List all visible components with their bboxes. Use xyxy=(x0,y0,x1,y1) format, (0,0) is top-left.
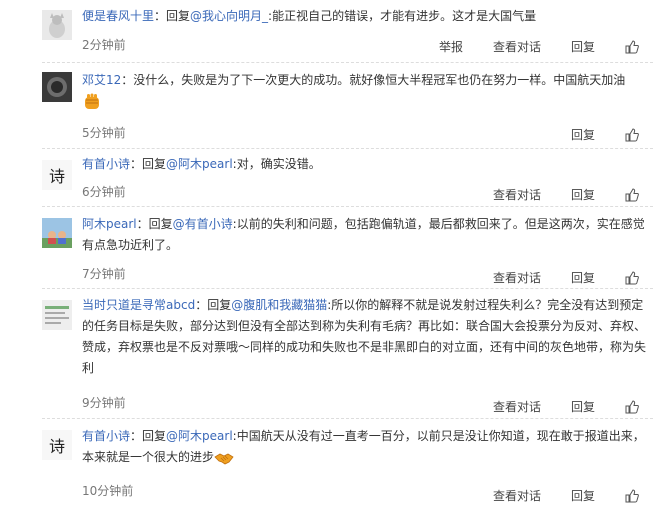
comment-actions: 查看对话 回复 xyxy=(493,186,639,203)
divider xyxy=(42,206,653,207)
comment-text: :能正视自己的错误，才能有进步。这才是大国气量 xyxy=(268,9,537,23)
view-conversation-button[interactable]: 查看对话 xyxy=(493,269,541,286)
reply-button[interactable]: 回复 xyxy=(571,398,595,415)
thumbs-up-icon[interactable] xyxy=(625,127,639,142)
comment-time: 2分钟前 xyxy=(82,38,126,52)
comment-body: 邓艾12：没什么，失败是为了下一次更大的成功。就好像恒大半程冠军也仍在努力一样。… xyxy=(82,70,652,112)
comment-body: 有首小诗：回复@阿木pearl:对，确实没错。 xyxy=(82,154,652,175)
report-button[interactable]: 举报 xyxy=(439,38,463,55)
mention-link[interactable]: @阿木pearl xyxy=(166,157,233,171)
svg-text:诗: 诗 xyxy=(49,437,65,456)
thumbs-up-icon[interactable] xyxy=(625,39,639,54)
comment-time: 5分钟前 xyxy=(82,126,126,140)
mention-link[interactable]: @阿木pearl xyxy=(166,429,233,443)
comment-actions: 举报 查看对话 回复 xyxy=(439,38,639,55)
thumbs-up-icon[interactable] xyxy=(625,399,639,414)
handshake-emoji-icon xyxy=(214,448,234,468)
view-conversation-button[interactable]: 查看对话 xyxy=(493,38,541,55)
comment-text: :对，确实没错。 xyxy=(232,157,321,171)
mention-link[interactable]: @我心向明月_ xyxy=(190,9,268,23)
divider xyxy=(42,148,653,149)
mention-link[interactable]: @腹肌和我藏猫猫 xyxy=(231,298,327,312)
avatar[interactable] xyxy=(42,72,72,102)
thumbs-up-icon[interactable] xyxy=(625,270,639,285)
comment-list: 便是春风十里：回复@我心向明月_:能正视自己的错误，才能有进步。这才是大国气量 … xyxy=(0,0,661,513)
comment-time: 10分钟前 xyxy=(82,484,134,498)
reply-button[interactable]: 回复 xyxy=(571,269,595,286)
reply-button[interactable]: 回复 xyxy=(571,487,595,504)
comment-actions: 查看对话 回复 xyxy=(493,487,639,504)
comment-item: 阿木pearl：回复@有首小诗:以前的失利和问题，包括跑偏轨道，最后都救回来了。… xyxy=(0,208,661,290)
comment-item: 便是春风十里：回复@我心向明月_:能正视自己的错误，才能有进步。这才是大国气量 … xyxy=(0,0,661,64)
reply-prefix: ：回复 xyxy=(130,157,167,171)
reply-button[interactable]: 回复 xyxy=(571,126,595,143)
view-conversation-button[interactable]: 查看对话 xyxy=(493,487,541,504)
comment-item: 诗 有首小诗：回复@阿木pearl:中国航天从没有过一直考一百分，以前只是没让你… xyxy=(0,420,661,513)
mention-link[interactable]: @有首小诗 xyxy=(173,217,233,231)
username-link[interactable]: 邓艾12 xyxy=(82,73,121,87)
reply-prefix: ：回复 xyxy=(154,9,191,23)
divider xyxy=(42,62,653,63)
comment-actions: 查看对话 回复 xyxy=(493,398,639,415)
reply-button[interactable]: 回复 xyxy=(571,186,595,203)
divider xyxy=(42,288,653,289)
reply-prefix: ：回复 xyxy=(130,429,167,443)
avatar[interactable] xyxy=(42,300,72,330)
comment-body: 便是春风十里：回复@我心向明月_:能正视自己的错误，才能有进步。这才是大国气量 xyxy=(82,6,652,27)
username-link[interactable]: 阿木pearl xyxy=(82,217,137,231)
avatar[interactable]: 诗 xyxy=(42,430,72,460)
avatar[interactable] xyxy=(42,218,72,248)
username-link[interactable]: 便是春风十里 xyxy=(82,9,154,23)
comment-item: 当时只道是寻常abcd：回复@腹肌和我藏猫猫:所以你的解释不就是说发射过程失利么… xyxy=(0,290,661,420)
reply-button[interactable]: 回复 xyxy=(571,38,595,55)
divider xyxy=(42,418,653,419)
username-link[interactable]: 有首小诗 xyxy=(82,429,130,443)
reply-prefix: ：回复 xyxy=(136,217,173,231)
username-link[interactable]: 当时只道是寻常abcd xyxy=(82,298,195,312)
comment-body: 当时只道是寻常abcd：回复@腹肌和我藏猫猫:所以你的解释不就是说发射过程失利么… xyxy=(82,295,652,379)
comment-body: 阿木pearl：回复@有首小诗:以前的失利和问题，包括跑偏轨道，最后都救回来了。… xyxy=(82,214,652,256)
comment-actions: 回复 xyxy=(571,126,639,143)
avatar[interactable] xyxy=(42,10,72,40)
avatar[interactable]: 诗 xyxy=(42,160,72,190)
comment-time: 7分钟前 xyxy=(82,267,126,281)
thumbs-up-icon[interactable] xyxy=(625,488,639,503)
comment-item: 邓艾12：没什么，失败是为了下一次更大的成功。就好像恒大半程冠军也仍在努力一样。… xyxy=(0,64,661,150)
svg-text:诗: 诗 xyxy=(49,167,65,186)
fist-emoji-icon xyxy=(82,92,102,112)
comment-time: 9分钟前 xyxy=(82,396,126,410)
thumbs-up-icon[interactable] xyxy=(625,187,639,202)
comment-actions: 查看对话 回复 xyxy=(493,269,639,286)
comment-text: ：没什么，失败是为了下一次更大的成功。就好像恒大半程冠军也仍在努力一样。中国航天… xyxy=(121,73,626,87)
username-link[interactable]: 有首小诗 xyxy=(82,157,130,171)
reply-prefix: ：回复 xyxy=(195,298,232,312)
view-conversation-button[interactable]: 查看对话 xyxy=(493,398,541,415)
comment-body: 有首小诗：回复@阿木pearl:中国航天从没有过一直考一百分，以前只是没让你知道… xyxy=(82,426,652,468)
comment-time: 6分钟前 xyxy=(82,185,126,199)
comment-item: 诗 有首小诗：回复@阿木pearl:对，确实没错。 6分钟前 查看对话 回复 xyxy=(0,150,661,206)
view-conversation-button[interactable]: 查看对话 xyxy=(493,186,541,203)
